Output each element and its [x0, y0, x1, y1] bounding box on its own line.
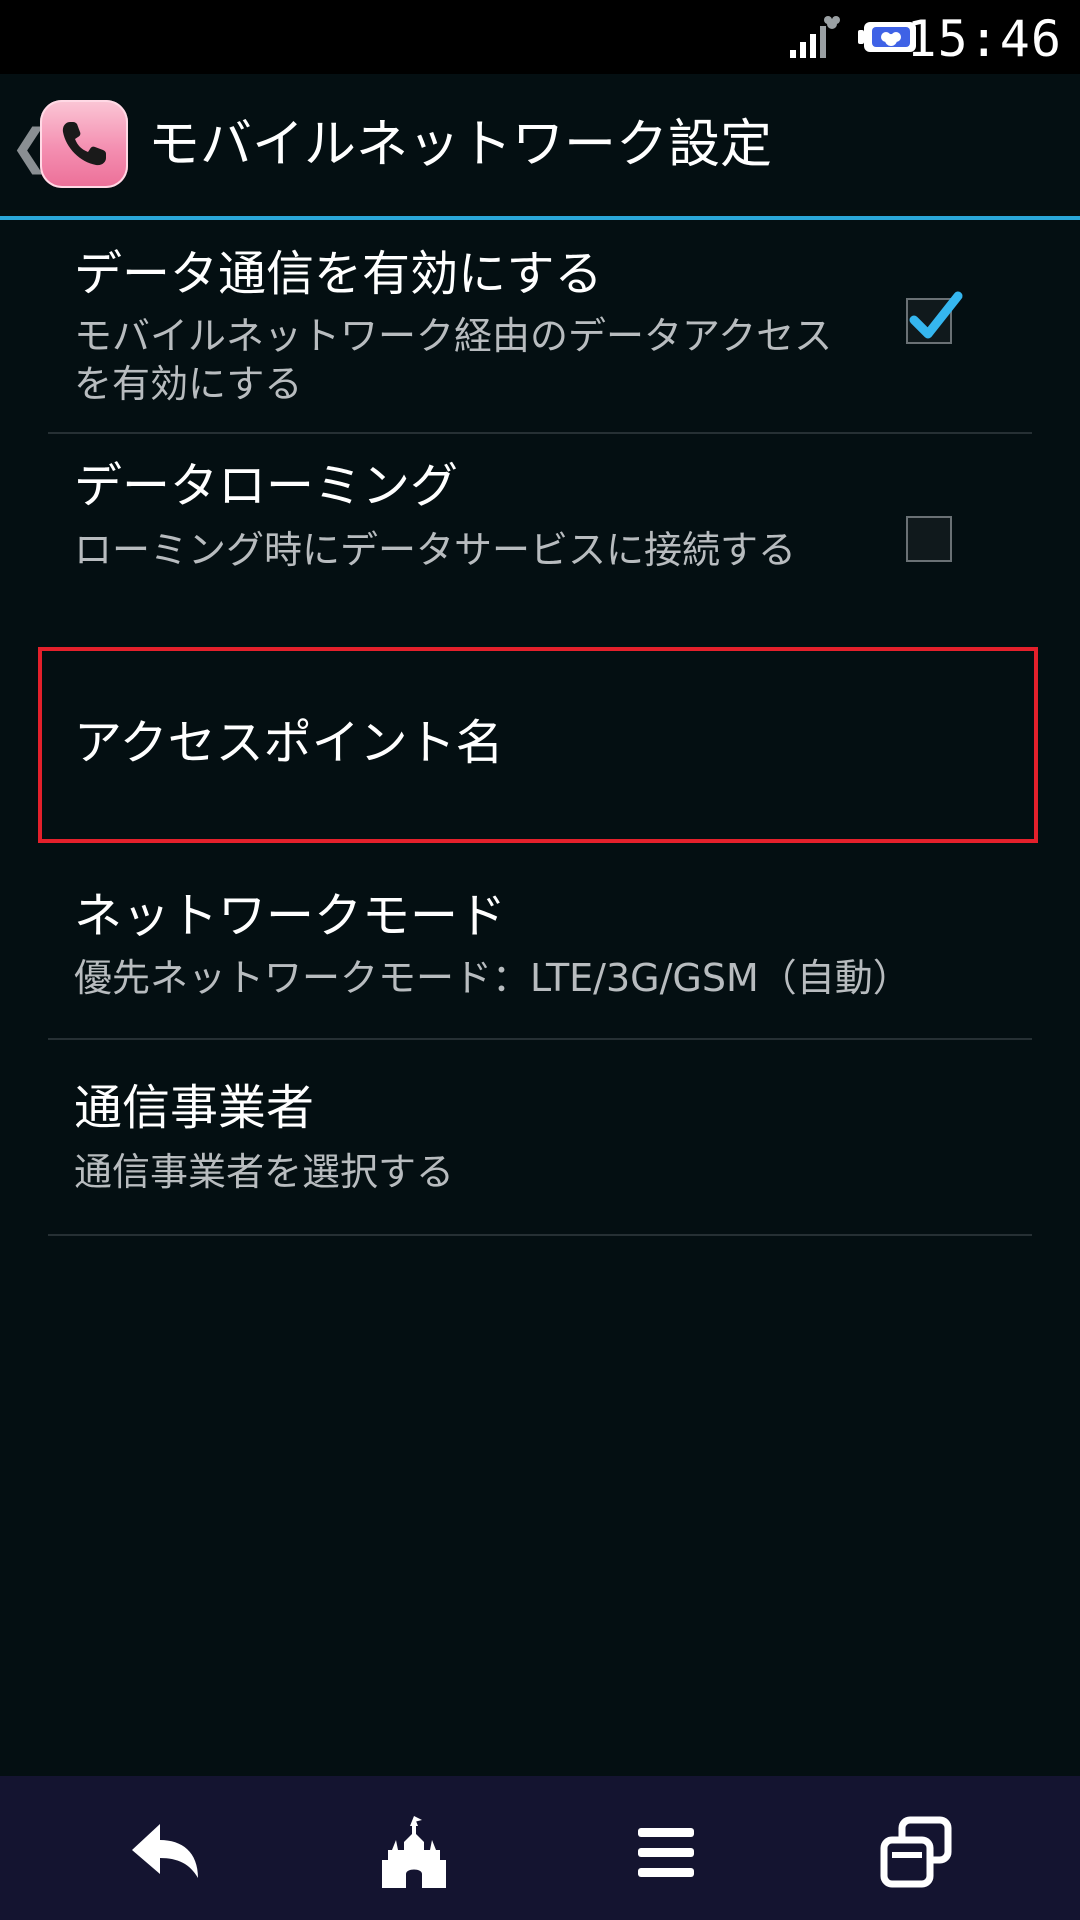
menu-icon[interactable]: [626, 1812, 706, 1892]
recent-apps-icon[interactable]: [876, 1812, 956, 1892]
phone-icon[interactable]: [40, 100, 128, 188]
clock: 15:46: [906, 10, 1062, 68]
data-enabled-checkbox[interactable]: [906, 291, 963, 344]
setting-title: ネットワークモード: [74, 888, 507, 944]
signal-icon: [790, 16, 840, 58]
page-title: モバイルネットワーク設定: [148, 115, 773, 175]
setting-title: データ通信を有効にする: [74, 246, 603, 302]
highlight-frame: [38, 647, 1038, 843]
setting-summary: 優先ネットワークモード：LTE/3G/GSM（自動）: [74, 956, 911, 1000]
setting-data-enabled[interactable]: データ通信を有効にする モバイルネットワーク経由のデータアクセスを有効にする: [0, 220, 1080, 432]
status-bar: 15:46: [0, 0, 1080, 74]
setting-title: 通信事業者: [74, 1080, 315, 1136]
setting-network-operators[interactable]: 通信事業者 通信事業者を選択する: [0, 1040, 1080, 1234]
setting-summary: ローミング時にデータサービスに接続する: [74, 528, 797, 572]
setting-data-roaming[interactable]: データローミング ローミング時にデータサービスに接続する: [0, 434, 1080, 644]
setting-network-mode[interactable]: ネットワークモード 優先ネットワークモード：LTE/3G/GSM（自動）: [0, 850, 1080, 1038]
setting-summary: モバイルネットワーク経由のデータアクセスを有効にする: [74, 314, 833, 406]
checkmark-icon: [909, 291, 963, 339]
castle-icon[interactable]: [374, 1812, 454, 1892]
action-bar: ❮ モバイルネットワーク設定: [0, 74, 1080, 220]
divider: [48, 1234, 1032, 1236]
back-arrow-icon[interactable]: [126, 1812, 206, 1892]
data-roaming-checkbox[interactable]: [906, 516, 952, 562]
setting-summary: 通信事業者を選択する: [74, 1150, 455, 1194]
setting-title: データローミング: [74, 458, 459, 514]
navigation-bar: [0, 1776, 1080, 1920]
